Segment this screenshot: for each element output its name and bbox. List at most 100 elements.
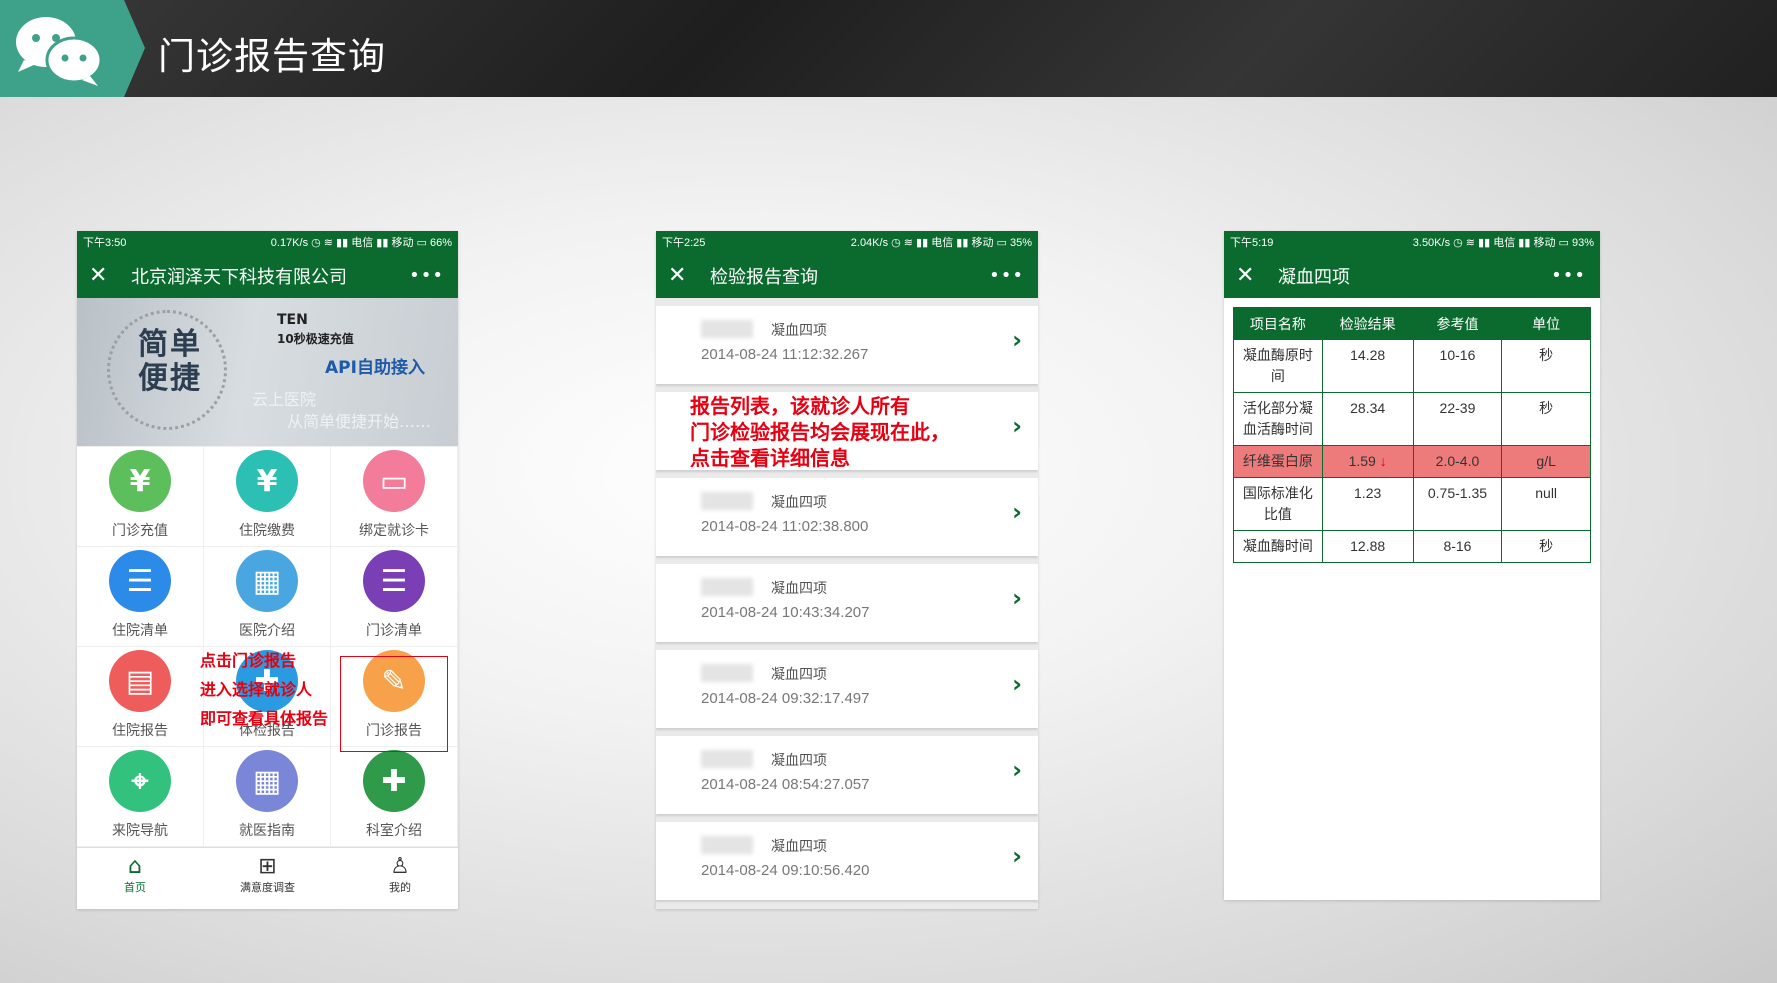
menu-icon: ⌖ — [109, 750, 171, 812]
table-row: 凝血酶原时间 14.28 10-16 秒 — [1233, 339, 1591, 393]
tab-item[interactable]: ⊞ 满意度调查 — [240, 854, 295, 895]
chevron-right-icon: › — [1012, 584, 1022, 612]
item-ref: 10-16 — [1412, 339, 1503, 393]
table-row: 国际标准化比值 1.23 0.75-1.35 null — [1233, 477, 1591, 531]
arrow-down-icon: ↓ — [1379, 453, 1387, 469]
item-result: 14.28 — [1321, 339, 1414, 393]
patient-name-blurred — [701, 320, 753, 338]
chevron-right-icon: › — [1012, 498, 1022, 526]
report-list: 凝血四项 2014-08-24 11:12:32.267 › › 凝血四项 2014-08… — [656, 298, 1038, 909]
menu-icon: ▦ — [236, 550, 298, 612]
tab-bar: ⌂ 首页 ⊞ 满意度调查 ♙ 我的 — [77, 847, 458, 901]
item-ref: 8-16 — [1412, 530, 1503, 563]
report-date: 2014-08-24 11:12:32.267 — [701, 346, 869, 363]
grid-item-label: 就医指南 — [239, 823, 295, 839]
table-header-row: 项目名称 检验结果 参考值 单位 — [1233, 307, 1591, 340]
report-type: 凝血四项 — [771, 495, 827, 511]
grid-item-label: 住院清单 — [112, 623, 168, 639]
item-unit: 秒 — [1501, 339, 1591, 393]
grid-item[interactable]: ▦ 就医指南 — [204, 747, 331, 847]
grid-item[interactable]: ☰ 住院清单 — [77, 547, 204, 647]
annotation-line: 门诊检验报告均会展现在此， — [690, 420, 950, 444]
report-list-item[interactable]: 凝血四项 2014-08-24 09:32:17.497 › — [656, 650, 1038, 728]
chevron-right-icon: › — [1012, 326, 1022, 354]
item-ref: 22-39 — [1412, 392, 1503, 446]
report-type: 凝血四项 — [771, 753, 827, 769]
nav-title: 凝血四项 — [1278, 266, 1350, 288]
header-bar: 门诊报告查询 — [0, 0, 1777, 97]
table-header-cell: 单位 — [1501, 307, 1591, 340]
menu-icon: ▤ — [109, 650, 171, 712]
item-result: 28.34 — [1321, 392, 1414, 446]
report-list-item[interactable]: 凝血四项 2014-08-24 09:10:56.420 › — [656, 822, 1038, 900]
table-row: 纤维蛋白原 1.59 ↓ 2.0-4.0 g/L — [1233, 445, 1591, 478]
banner-headline: 简单便捷 — [138, 327, 202, 396]
close-icon[interactable]: ✕ — [668, 263, 698, 288]
chevron-right-icon: › — [1012, 412, 1022, 440]
phone-home-screen: 下午3:50 0.17K/s ◷ ≋ ▮▮ 电信 ▮▮ 移动 ▭ 66% ✕ 北… — [77, 231, 458, 909]
item-result: 12.88 — [1321, 530, 1414, 563]
phone-report-detail: 下午5:19 3.50K/s ◷ ≋ ▮▮ 电信 ▮▮ 移动 ▭ 93% ✕ 凝… — [1224, 231, 1600, 900]
nav-bar: ✕ 北京润泽天下科技有限公司 ••• — [77, 253, 458, 298]
grid-item[interactable]: ▭ 绑定就诊卡 — [331, 447, 458, 547]
grid-item[interactable]: ¥ 住院缴费 — [204, 447, 331, 547]
report-date: 2014-08-24 09:32:17.497 — [701, 690, 870, 707]
grid-item[interactable]: ☰ 门诊清单 — [331, 547, 458, 647]
table-header-cell: 项目名称 — [1233, 307, 1323, 340]
promo-banner[interactable]: 简单便捷 TEN 10秒极速充值 API自助接入 云上医院 从简单便捷开始…… — [77, 298, 458, 446]
annotation-line: 报告列表，该就诊人所有 — [690, 394, 910, 418]
report-date: 2014-08-24 11:02:38.800 — [701, 518, 869, 535]
more-icon[interactable]: ••• — [1551, 265, 1586, 286]
item-ref: 0.75-1.35 — [1412, 477, 1503, 531]
grid-item[interactable]: ⌖ 来院导航 — [77, 747, 204, 847]
close-icon[interactable]: ✕ — [1236, 263, 1266, 288]
highlight-box — [340, 656, 448, 752]
menu-icon: ☰ — [109, 550, 171, 612]
more-icon[interactable]: ••• — [989, 265, 1024, 286]
grid-item-label: 门诊清单 — [366, 623, 422, 639]
grid-item-label: 住院报告 — [112, 723, 168, 739]
table-header-cell: 检验结果 — [1321, 307, 1414, 340]
item-result: 1.59 ↓ — [1321, 445, 1414, 478]
table-row: 活化部分凝血活酶时间 28.34 22-39 秒 — [1233, 392, 1591, 446]
tab-item[interactable]: ⌂ 首页 — [124, 854, 146, 895]
status-time: 下午3:50 — [83, 237, 127, 249]
status-bar: 下午5:19 3.50K/s ◷ ≋ ▮▮ 电信 ▮▮ 移动 ▭ 93% — [1224, 231, 1600, 253]
report-list-item[interactable]: 凝血四项 2014-08-24 11:02:38.800 › — [656, 478, 1038, 556]
report-date: 2014-08-24 09:10:56.420 — [701, 862, 870, 879]
item-name: 纤维蛋白原 — [1233, 445, 1323, 478]
banner-ten: TEN — [277, 312, 308, 328]
wechat-icon — [16, 17, 103, 86]
menu-icon: ✚ — [363, 750, 425, 812]
tab-label: 我的 — [389, 880, 411, 894]
report-list-item[interactable]: 凝血四项 2014-08-24 11:12:32.267 › — [656, 306, 1038, 384]
banner-api: API自助接入 — [325, 358, 425, 378]
item-name: 凝血酶时间 — [1233, 530, 1323, 563]
tab-label: 首页 — [124, 880, 146, 894]
tab-item[interactable]: ♙ 我的 — [389, 854, 411, 895]
item-unit: 秒 — [1501, 392, 1591, 446]
grid-item[interactable]: ¥ 门诊充值 — [77, 447, 204, 547]
grid-item[interactable]: ▦ 医院介绍 — [204, 547, 331, 647]
grid-item[interactable]: ▤ 住院报告 — [77, 647, 204, 747]
item-ref: 2.0-4.0 — [1412, 445, 1503, 478]
status-indicators: 0.17K/s ◷ ≋ ▮▮ 电信 ▮▮ 移动 ▭ 66% — [270, 237, 452, 249]
table-header-cell: 参考值 — [1412, 307, 1503, 340]
item-result: 1.23 — [1321, 477, 1414, 531]
item-unit: 秒 — [1501, 530, 1591, 563]
status-time: 下午5:19 — [1230, 237, 1274, 249]
report-list-item[interactable]: 凝血四项 2014-08-24 08:54:27.057 › — [656, 736, 1038, 814]
nav-bar: ✕ 凝血四项 ••• — [1224, 253, 1600, 298]
grid-item-label: 医院介绍 — [239, 623, 295, 639]
close-icon[interactable]: ✕ — [89, 263, 119, 288]
grid-item[interactable]: ✚ 科室介绍 — [331, 747, 458, 847]
phone-report-list: 下午2:25 2.04K/s ◷ ≋ ▮▮ 电信 ▮▮ 移动 ▭ 35% ✕ 检… — [656, 231, 1038, 909]
report-list-item[interactable]: 凝血四项 2014-08-24 10:43:34.207 › — [656, 564, 1038, 642]
nav-bar: ✕ 检验报告查询 ••• — [656, 253, 1038, 298]
patient-name-blurred — [701, 578, 753, 596]
item-name: 活化部分凝血活酶时间 — [1233, 392, 1323, 446]
annotation-step1: 点击门诊报告 进入选择就诊人 即可查看具体报告 — [200, 646, 328, 733]
banner-slogan: 从简单便捷开始…… — [287, 412, 432, 431]
more-icon[interactable]: ••• — [409, 265, 444, 286]
annotation-line: 即可查看具体报告 — [200, 709, 329, 728]
